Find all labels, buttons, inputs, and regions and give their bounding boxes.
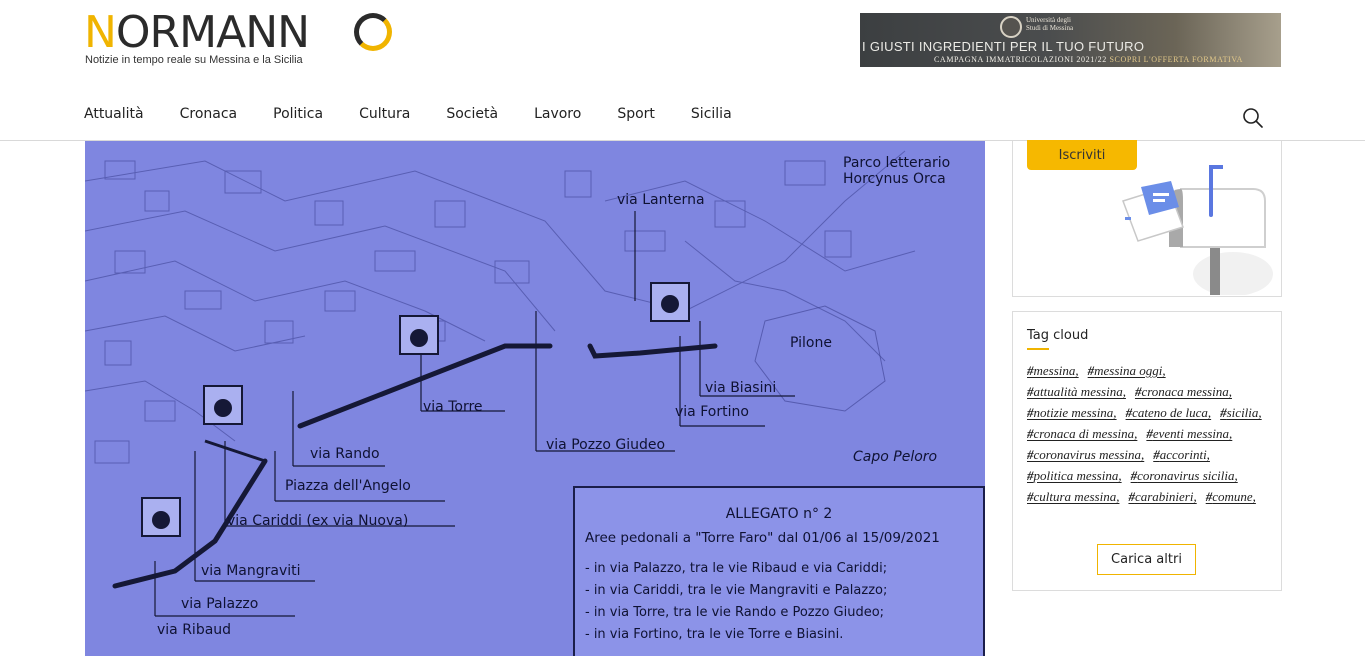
map-label-palazzo: via Palazzo [181,596,259,612]
hash-glyph: # [1153,447,1160,462]
allegato-line: - in via Fortino, tra le vie Torre e Bia… [585,627,844,642]
hash-glyph: # [1134,384,1142,399]
nav-item-cultura[interactable]: Cultura [359,106,410,128]
tag-cloud-widget: Tag cloud #messina, #messina oggi, #attual… [1012,311,1282,591]
allegato-list: - in via Palazzo, tra le vie Ribaud e vi… [585,558,887,646]
hash-glyph: # [1027,405,1034,420]
pedestrian-zone-sign-icon [203,385,243,425]
nav-item-lavoro[interactable]: Lavoro [534,106,581,128]
map-label-cariddi: via Cariddi (ex via Nuova) [227,513,409,529]
map-label-mangraviti: via Mangraviti [201,563,301,579]
allegato-subtitle: Aree pedonali a "Torre Faro" dal 01/06 a… [585,530,940,546]
nav-item-politica[interactable]: Politica [273,106,323,128]
tag-link[interactable]: #notizie messina, [1027,405,1117,420]
allegato-line: - in via Cariddi, tra le vie Mangraviti … [585,583,888,598]
hash-glyph: # [1130,468,1138,483]
tag-link[interactable]: #cultura messina, [1027,489,1119,504]
hash-glyph: # [1027,489,1034,504]
hash-glyph: # [1220,405,1227,420]
title-accent-bar [1027,348,1049,350]
hash-glyph: # [1027,468,1034,483]
tag-link[interactable]: #eventi messina, [1146,426,1232,441]
search-icon[interactable] [1242,107,1264,129]
logo-o-ring [354,13,392,51]
hash-glyph: # [1146,426,1153,441]
newsletter-widget: Iscriviti [1012,140,1282,297]
map-label-lanterna: via Lanterna [617,192,705,208]
pedestrian-zone-sign-icon [399,315,439,355]
nav-item-sicilia[interactable]: Sicilia [691,106,732,128]
nav-item-cronaca[interactable]: Cronaca [180,106,238,128]
hash-glyph: # [1125,405,1133,420]
tag-link[interactable]: #attualità messina, [1027,384,1126,399]
hash-glyph: # [1027,426,1034,441]
banner-cta[interactable]: SCOPRI L'OFFERTA FORMATIVA [1109,55,1243,64]
tag-link[interactable]: #messina oggi, [1088,363,1166,378]
allegato-line: - in via Torre, tra le vie Rando e Pozzo… [585,605,885,620]
main-nav: Attualità Cronaca Politica Cultura Socie… [84,106,768,128]
tag-link[interactable]: #coronavirus messina, [1027,447,1144,462]
tag-link[interactable]: #cronaca di messina, [1027,426,1137,441]
tag-list: #messina, #messina oggi, #attualità messin… [1027,363,1277,504]
logo-tagline: Notizie in tempo reale su Messina e la S… [85,54,303,66]
tag-link[interactable]: #politica messina, [1027,468,1122,483]
map-label-pozzo: via Pozzo Giudeo [546,437,666,453]
banner-university-name: Università degli Studi di Messina [1026,16,1074,32]
map-label-fortino: via Fortino [675,404,749,420]
tag-link[interactable]: #sicilia, [1220,405,1262,420]
hash-glyph: # [1087,363,1095,378]
allegato-line: - in via Palazzo, tra le vie Ribaud e vi… [585,561,888,576]
nav-item-sport[interactable]: Sport [617,106,655,128]
map-label-capo: Capo Peloro [853,449,938,465]
hash-glyph: # [1128,489,1135,504]
load-more-button[interactable]: Carica altri [1097,544,1196,575]
university-seal-icon [1000,16,1022,38]
hash-glyph: # [1205,489,1213,504]
article-featured-map-image: Parco letterario Horcynus Orca via Lante… [85,141,985,656]
site-header: NORMANN Notizie in tempo reale su Messin… [0,0,1365,141]
site-logo[interactable]: NORMANN Notizie in tempo reale su Messin… [84,10,404,70]
tag-link[interactable]: #comune, [1206,489,1256,504]
tag-link[interactable]: #cateno de luca, [1126,405,1212,420]
university-ad-banner[interactable]: Università degli Studi di Messina I GIUS… [860,13,1281,67]
tag-link[interactable]: #cronaca messina, [1135,384,1232,399]
map-label-biasini: via Biasini [705,380,777,396]
tag-cloud-title: Tag cloud [1027,328,1089,343]
map-label-piazza: Piazza dell'Angelo [285,478,411,494]
banner-subline: CAMPAGNA IMMATRICOLAZIONI 2021/22 SCOPRI… [934,55,1243,64]
allegato-title: ALLEGATO n° 2 [725,506,833,522]
map-label-rando: via Rando [310,446,380,462]
hash-glyph: # [1027,363,1034,378]
mailbox-illustration-icon [1122,165,1273,295]
tag-link[interactable]: #messina, [1027,363,1079,378]
pedestrian-zone-sign-icon [650,282,690,322]
tag-link[interactable]: #accorinti, [1153,447,1210,462]
tag-link[interactable]: #carabinieri, [1128,489,1196,504]
banner-campaign: CAMPAGNA IMMATRICOLAZIONI 2021/22 [934,55,1107,64]
nav-item-societa[interactable]: Società [446,106,498,128]
map-label-ribaud: via Ribaud [157,622,232,638]
pedestrian-zone-sign-icon [141,497,181,537]
logo-wordmark: NORMANN [84,7,310,58]
tag-link[interactable]: #coronavirus sicilia, [1131,468,1238,483]
hash-glyph: # [1027,384,1034,399]
allegato-legend-box: ALLEGATO n° 2 Aree pedonali a "Torre Far… [573,486,985,656]
hash-glyph: # [1027,447,1034,462]
map-label-torre: via Torre [423,399,483,415]
map-label-parco: Parco letterario Horcynus Orca [843,155,951,187]
nav-item-attualita[interactable]: Attualità [84,106,144,128]
banner-headline: I GIUSTI INGREDIENTI PER IL TUO FUTURO [862,39,1145,54]
map-label-pilone: Pilone [790,335,832,351]
